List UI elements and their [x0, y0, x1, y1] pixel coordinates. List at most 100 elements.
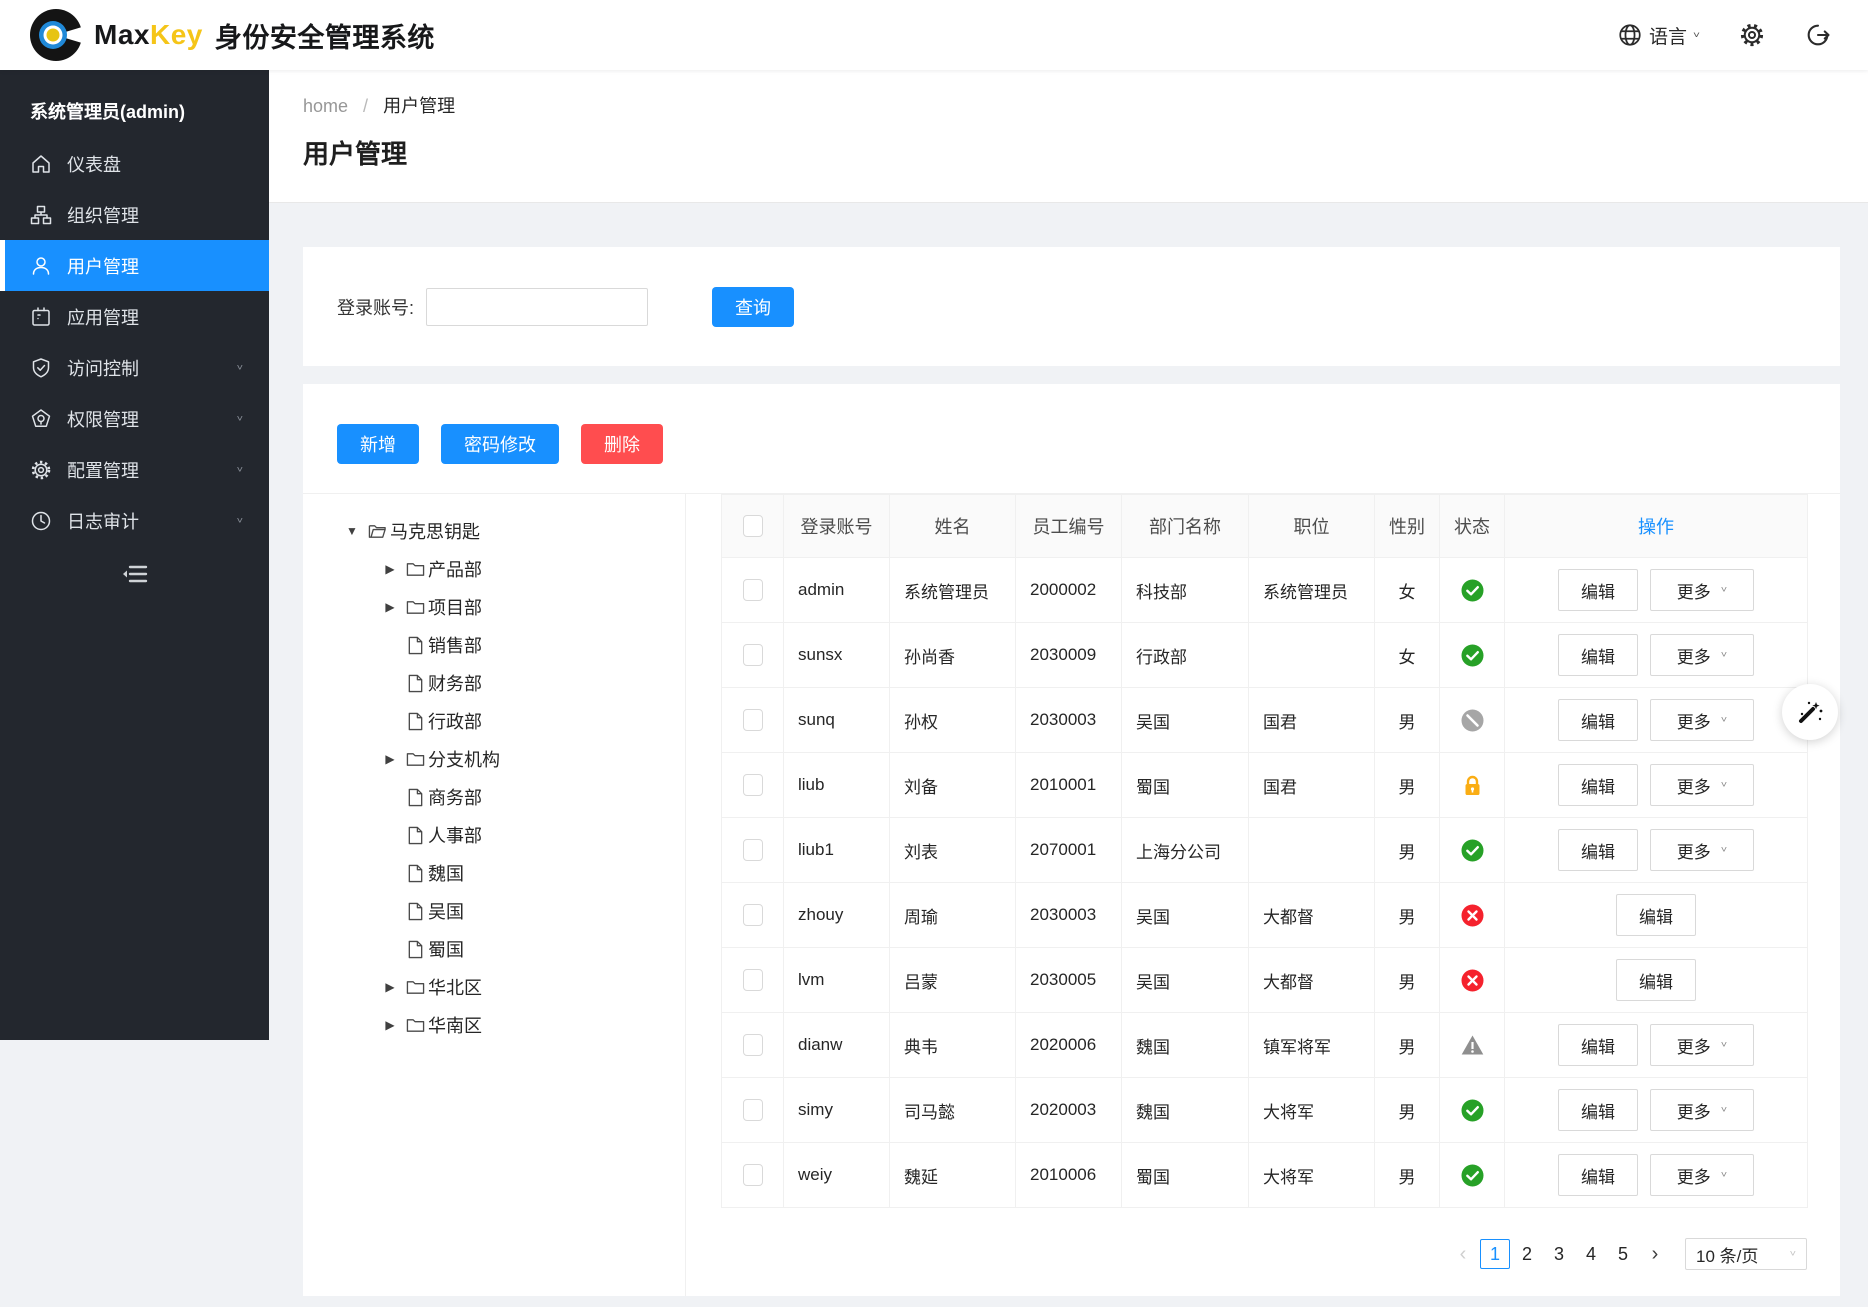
header-actions: 语言 ˅ [1617, 21, 1832, 49]
status-active-icon [1461, 839, 1484, 862]
edit-button[interactable]: 编辑 [1558, 634, 1638, 676]
breadcrumb-current: 用户管理 [383, 96, 455, 116]
cell-position: 系统管理员 [1249, 558, 1375, 623]
tree-node-9[interactable]: 吴国 [345, 892, 685, 930]
settings-gear-icon[interactable] [1738, 21, 1766, 49]
select-all-checkbox[interactable] [743, 515, 763, 537]
add-button[interactable]: 新增 [337, 424, 419, 464]
row-checkbox[interactable] [743, 1164, 763, 1186]
cell-position: 大将军 [1249, 1078, 1375, 1143]
org-icon [30, 204, 52, 226]
more-button[interactable]: 更多˅ [1650, 634, 1754, 676]
row-checkbox[interactable] [743, 969, 763, 991]
col-header-7: 操作 [1505, 495, 1808, 558]
tree-node-4[interactable]: 行政部 [345, 702, 685, 740]
language-selector[interactable]: 语言 ˅ [1617, 22, 1700, 49]
cell-actions: 编辑更多˅ [1505, 1078, 1808, 1143]
edit-button[interactable]: 编辑 [1558, 569, 1638, 611]
tree-node-7[interactable]: 人事部 [345, 816, 685, 854]
edit-button[interactable]: 编辑 [1558, 764, 1638, 806]
more-button[interactable]: 更多˅ [1650, 764, 1754, 806]
cell-status [1440, 1143, 1505, 1208]
status-locked-icon [1461, 774, 1484, 797]
row-checkbox[interactable] [743, 1099, 763, 1121]
caret-right-icon[interactable]: ▶ [383, 562, 397, 576]
caret-right-icon[interactable]: ▶ [383, 1018, 397, 1032]
query-button[interactable]: 查询 [712, 287, 794, 327]
pager-page-1[interactable]: 1 [1480, 1239, 1510, 1269]
tree-node-5[interactable]: ▶分支机构 [345, 740, 685, 778]
tree-node-1[interactable]: ▶项目部 [345, 588, 685, 626]
row-checkbox[interactable] [743, 644, 763, 666]
edit-button[interactable]: 编辑 [1558, 1089, 1638, 1131]
sidebar-item-3[interactable]: 应用管理 [0, 291, 269, 342]
caret-down-icon[interactable]: ▼ [345, 524, 359, 538]
sidebar-item-4[interactable]: 访问控制˅ [0, 342, 269, 393]
breadcrumb-home[interactable]: home [303, 96, 348, 116]
pager-page-5[interactable]: 5 [1608, 1239, 1638, 1269]
more-button[interactable]: 更多˅ [1650, 1089, 1754, 1131]
logout-icon[interactable] [1804, 21, 1832, 49]
table-row-liub1: liub1刘表2070001上海分公司男编辑更多˅ [722, 818, 1808, 883]
sidebar-item-7[interactable]: 日志审计˅ [0, 495, 269, 546]
sidebar-item-1[interactable]: 组织管理 [0, 189, 269, 240]
more-button[interactable]: 更多˅ [1650, 1154, 1754, 1196]
cell-actions: 编辑更多˅ [1505, 558, 1808, 623]
sidebar-item-2[interactable]: 用户管理 [0, 240, 269, 291]
tree-node-10[interactable]: 蜀国 [345, 930, 685, 968]
row-checkbox[interactable] [743, 774, 763, 796]
pager-next[interactable]: › [1640, 1239, 1670, 1269]
sidebar-item-5[interactable]: 权限管理˅ [0, 393, 269, 444]
account-input[interactable] [426, 288, 648, 326]
table-row-weiy: weiy魏延2010006蜀国大将军男编辑更多˅ [722, 1143, 1808, 1208]
sidebar-user-label: 系统管理员(admin) [0, 70, 269, 138]
menu-collapse-icon[interactable] [120, 560, 150, 588]
cell-status [1440, 753, 1505, 818]
more-button[interactable]: 更多˅ [1650, 699, 1754, 741]
tree-node-12[interactable]: ▶华南区 [345, 1006, 685, 1044]
tree-node-8[interactable]: 魏国 [345, 854, 685, 892]
sidebar-item-0[interactable]: 仪表盘 [0, 138, 269, 189]
brand-max: Max [94, 19, 150, 51]
floating-assistant-button[interactable] [1782, 684, 1838, 740]
edit-button[interactable]: 编辑 [1558, 1024, 1638, 1066]
edit-button[interactable]: 编辑 [1558, 699, 1638, 741]
row-checkbox[interactable] [743, 1034, 763, 1056]
tree-root[interactable]: ▼马克思钥匙 [345, 512, 685, 550]
page-size-select[interactable]: 10 条/页˅ [1685, 1238, 1807, 1270]
cell-actions: 编辑更多˅ [1505, 753, 1808, 818]
cell-gender: 女 [1375, 623, 1440, 688]
edit-button[interactable]: 编辑 [1558, 1154, 1638, 1196]
delete-button[interactable]: 删除 [581, 424, 663, 464]
row-checkbox[interactable] [743, 904, 763, 926]
edit-button[interactable]: 编辑 [1616, 959, 1696, 1001]
more-button[interactable]: 更多˅ [1650, 1024, 1754, 1066]
tree-node-3[interactable]: 财务部 [345, 664, 685, 702]
pager-page-4[interactable]: 4 [1576, 1239, 1606, 1269]
more-button[interactable]: 更多˅ [1650, 569, 1754, 611]
row-checkbox[interactable] [743, 839, 763, 861]
caret-right-icon[interactable]: ▶ [383, 980, 397, 994]
sidebar-item-6[interactable]: 配置管理˅ [0, 444, 269, 495]
row-checkbox[interactable] [743, 709, 763, 731]
pager-page-2[interactable]: 2 [1512, 1239, 1542, 1269]
caret-right-icon[interactable]: ▶ [383, 752, 397, 766]
chevron-down-icon: ˅ [237, 362, 243, 372]
edit-button[interactable]: 编辑 [1616, 894, 1696, 936]
row-checkbox[interactable] [743, 579, 763, 601]
tree-node-0[interactable]: ▶产品部 [345, 550, 685, 588]
more-button[interactable]: 更多˅ [1650, 829, 1754, 871]
row-select-cell [722, 883, 784, 948]
pager-prev[interactable]: ‹ [1448, 1239, 1478, 1269]
tree-node-6[interactable]: 商务部 [345, 778, 685, 816]
tree-node-2[interactable]: 销售部 [345, 626, 685, 664]
tree-node-11[interactable]: ▶华北区 [345, 968, 685, 1006]
caret-right-icon[interactable]: ▶ [383, 600, 397, 614]
pager-page-3[interactable]: 3 [1544, 1239, 1574, 1269]
cell-name: 典韦 [890, 1013, 1016, 1078]
cell-status [1440, 688, 1505, 753]
change-password-button[interactable]: 密码修改 [441, 424, 559, 464]
row-select-cell [722, 623, 784, 688]
edit-button[interactable]: 编辑 [1558, 829, 1638, 871]
sidebar-item-label: 权限管理 [67, 406, 139, 432]
